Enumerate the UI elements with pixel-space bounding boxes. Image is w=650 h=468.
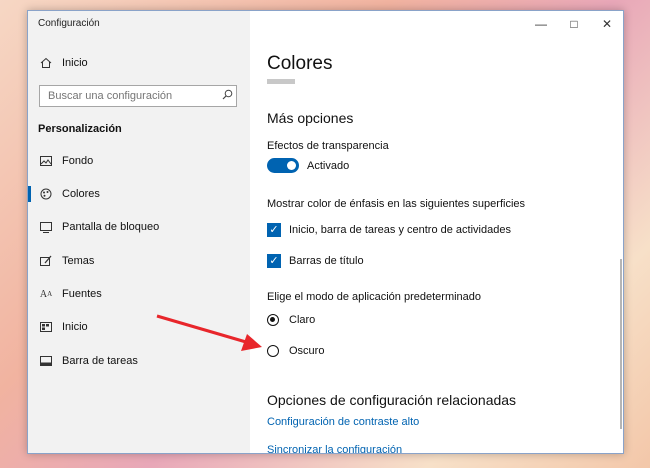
red-arrow-annotation [156, 314, 262, 351]
